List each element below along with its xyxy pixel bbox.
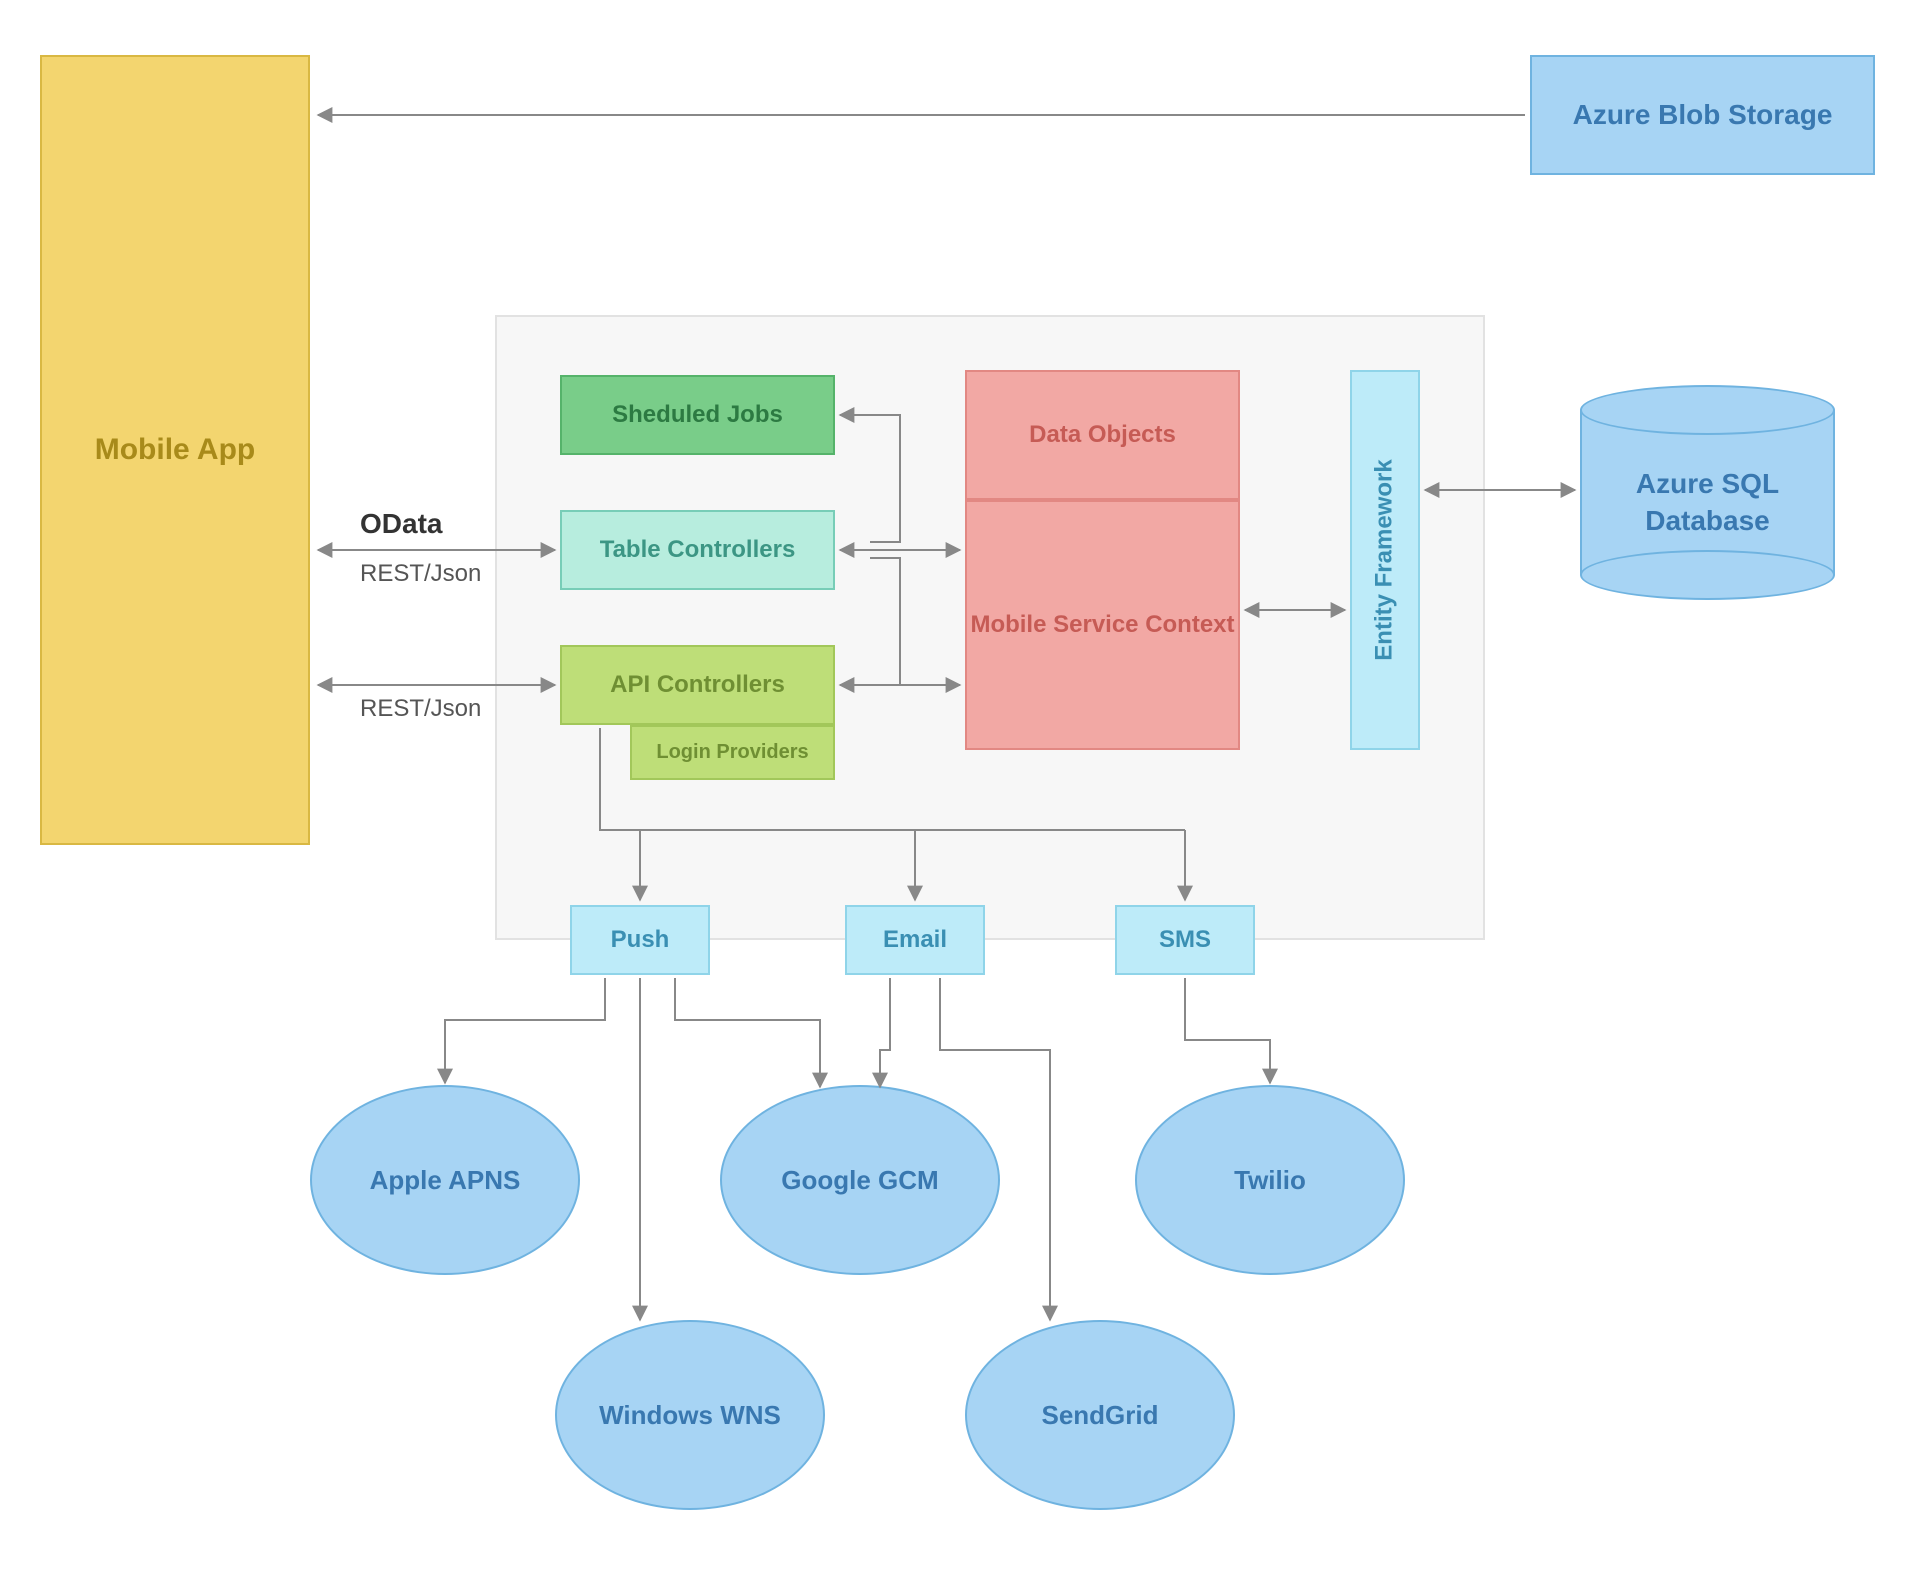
email-node: Email (845, 905, 985, 975)
table-controllers-node: Table Controllers (560, 510, 835, 590)
entity-framework-node: Entity Framework (1350, 370, 1420, 750)
mobile-service-context-node: Mobile Service Context (965, 500, 1240, 750)
data-objects-node: Data Objects (965, 370, 1240, 500)
azure-sql-database-label: Azure SQL Database (1580, 425, 1835, 580)
azure-sql-database-node: Azure SQL Database (1580, 385, 1835, 600)
rest-json-label-2: REST/Json (360, 695, 481, 723)
sms-node: SMS (1115, 905, 1255, 975)
mobile-app-node: Mobile App (40, 55, 310, 845)
entity-framework-label: Entity Framework (1371, 459, 1399, 660)
sendgrid-node: SendGrid (965, 1320, 1235, 1510)
scheduled-jobs-node: Sheduled Jobs (560, 375, 835, 455)
twilio-node: Twilio (1135, 1085, 1405, 1275)
apple-apns-node: Apple APNS (310, 1085, 580, 1275)
google-gcm-node: Google GCM (720, 1085, 1000, 1275)
windows-wns-node: Windows WNS (555, 1320, 825, 1510)
push-node: Push (570, 905, 710, 975)
azure-blob-storage-node: Azure Blob Storage (1530, 55, 1875, 175)
api-controllers-node: API Controllers (560, 645, 835, 725)
login-providers-node: Login Providers (630, 725, 835, 780)
rest-json-label-1: REST/Json (360, 560, 481, 588)
odata-label: OData (360, 508, 442, 540)
